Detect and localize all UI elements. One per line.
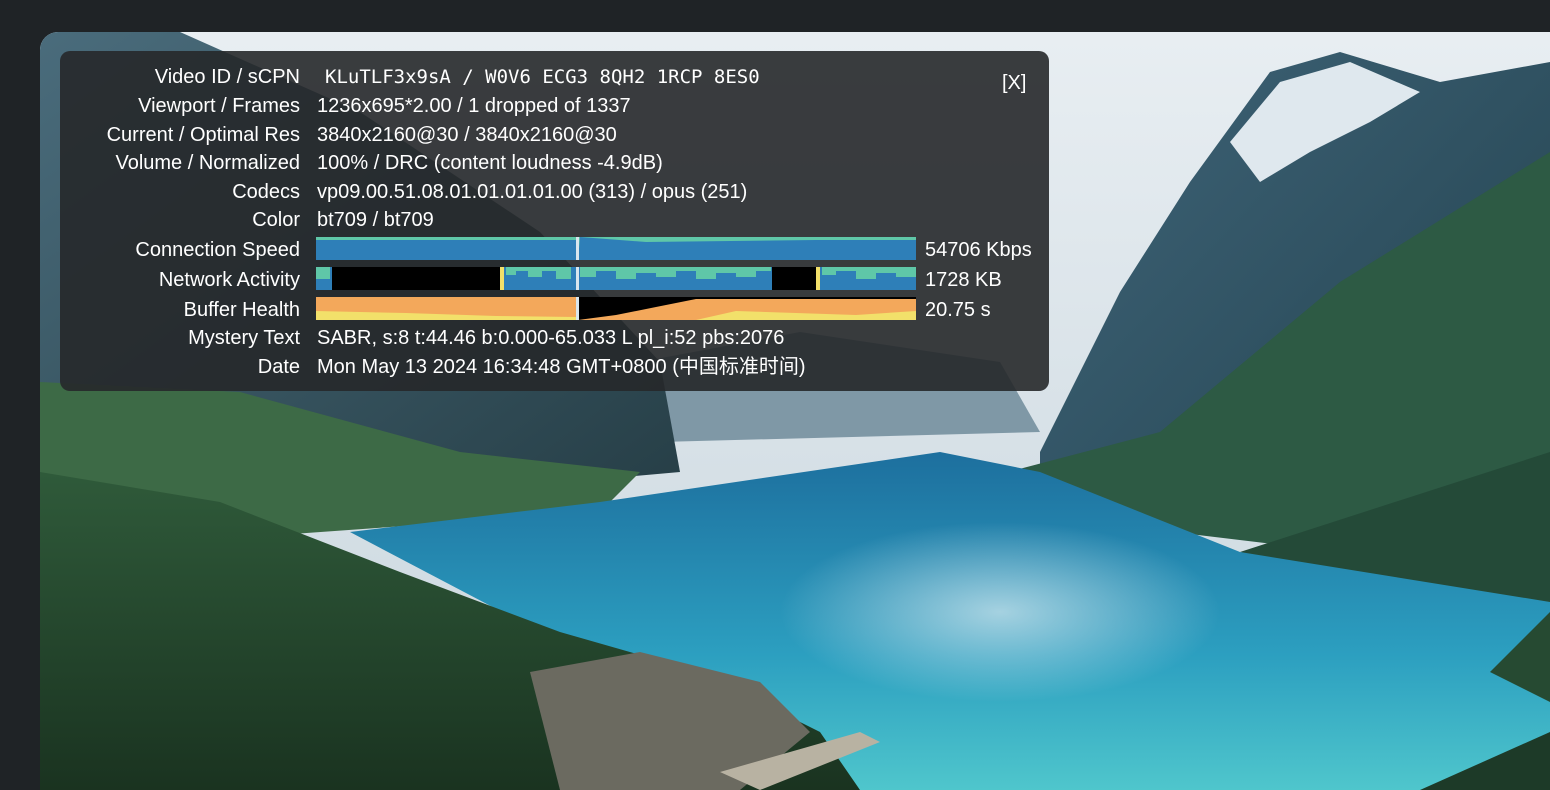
stats-value: 3840x2160@30 / 3840x2160@30	[317, 124, 617, 146]
connection-speed-graph	[316, 237, 916, 260]
stats-value: 1236x695*2.00 / 1 dropped of 1337	[317, 95, 631, 117]
stats-label: Current / Optimal Res	[106, 124, 300, 146]
buffer-health-marker	[576, 297, 579, 320]
connection-speed-fill	[316, 237, 916, 260]
stats-value: 54706 Kbps	[925, 239, 1032, 261]
stats-row-resolution: Current / Optimal Res 3840x2160@30 / 384…	[60, 121, 1049, 149]
network-activity-marker	[576, 267, 579, 290]
stats-row-video-id: Video ID / sCPN KLuTLF3x9sA / W0V6 ECG3 …	[60, 63, 1049, 91]
stats-label: Volume / Normalized	[115, 152, 300, 174]
stats-label: Codecs	[232, 181, 300, 203]
screen: [X] Video ID / sCPN KLuTLF3x9sA / W0V6 E…	[0, 0, 1550, 790]
stats-value: KLuTLF3x9sA / W0V6 ECG3 8QH2 1RCP 8ES0	[325, 66, 760, 88]
network-activity-bar	[316, 267, 330, 279]
stats-row-viewport: Viewport / Frames 1236x695*2.00 / 1 drop…	[60, 92, 1049, 120]
stats-value: SABR, s:8 t:44.46 b:0.000-65.033 L pl_i:…	[317, 327, 785, 349]
stats-label: Buffer Health	[183, 299, 300, 321]
stats-label: Date	[257, 356, 300, 378]
stats-value: vp09.00.51.08.01.01.01.01.00 (313) / opu…	[317, 181, 748, 203]
stats-row-codecs: Codecs vp09.00.51.08.01.01.01.01.00 (313…	[60, 178, 1049, 206]
stats-value: 20.75 s	[925, 299, 991, 321]
stats-row-volume: Volume / Normalized 100% / DRC (content …	[60, 149, 1049, 177]
stats-value: Mon May 13 2024 16:34:48 GMT+0800 (中国标准时…	[317, 356, 806, 378]
stats-row-color: Color bt709 / bt709	[60, 206, 1049, 234]
network-activity-gap	[772, 267, 816, 290]
buffer-health-graph	[316, 297, 916, 320]
network-activity-marker	[500, 267, 504, 290]
stats-value: 100% / DRC (content loudness -4.9dB)	[317, 152, 663, 174]
stats-label: Color	[252, 209, 300, 231]
stats-value: bt709 / bt709	[317, 209, 434, 231]
network-activity-gap	[332, 267, 500, 290]
stats-label: Connection Speed	[135, 239, 300, 261]
stats-label: Video ID / sCPN	[154, 66, 300, 88]
stats-row-network-activity: Network Activity 1728 KB	[60, 266, 1049, 294]
stats-row-date: Date Mon May 13 2024 16:34:48 GMT+0800 (…	[60, 353, 1049, 381]
stats-for-nerds-panel: [X] Video ID / sCPN KLuTLF3x9sA / W0V6 E…	[60, 51, 1049, 391]
stats-row-mystery-text: Mystery Text SABR, s:8 t:44.46 b:0.000-6…	[60, 324, 1049, 352]
network-activity-graph	[316, 267, 916, 290]
stats-row-connection-speed: Connection Speed 54706 Kbps	[60, 236, 1049, 264]
connection-speed-marker	[576, 237, 579, 260]
stats-label: Mystery Text	[188, 327, 300, 349]
stats-label: Viewport / Frames	[138, 95, 300, 117]
stats-label: Network Activity	[158, 269, 300, 291]
stats-value: 1728 KB	[925, 269, 1002, 291]
network-activity-marker	[816, 267, 820, 290]
stats-row-buffer-health: Buffer Health 20.75 s	[60, 296, 1049, 324]
